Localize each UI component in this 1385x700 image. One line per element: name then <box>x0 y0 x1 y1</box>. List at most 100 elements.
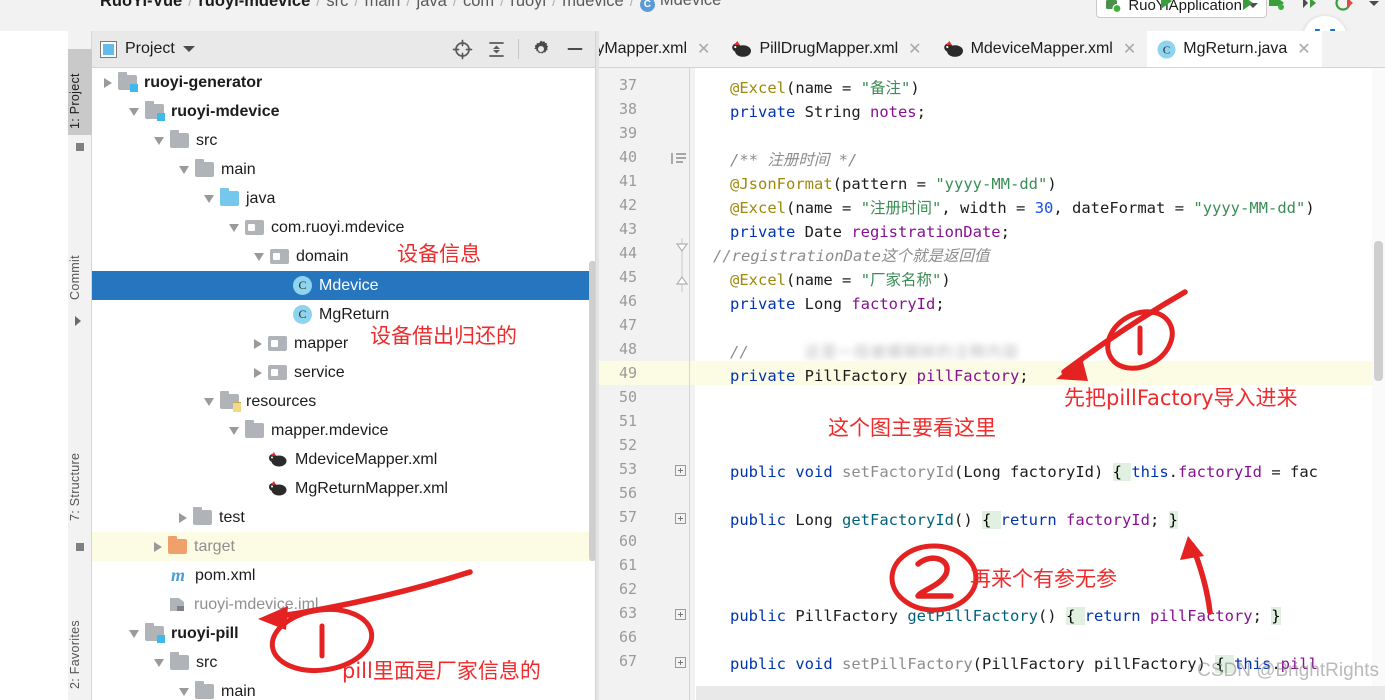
editor-tab-pilldrugmapper-xml[interactable]: PillDrugMapper.xml ✕ <box>721 31 932 67</box>
chevron-down-icon[interactable] <box>182 46 195 52</box>
tree-node-src[interactable]: src <box>92 648 596 677</box>
code-token: Long <box>963 463 1010 481</box>
tree-node-resources[interactable]: resources <box>92 387 596 416</box>
tree-node-main[interactable]: main <box>92 677 596 700</box>
breadcrumb-separator: / <box>452 0 457 10</box>
chevron-right-icon[interactable] <box>179 512 187 523</box>
code-line[interactable]: private Date registrationDate; <box>696 220 1010 244</box>
close-icon[interactable]: ✕ <box>908 39 921 59</box>
code-line[interactable]: @Excel(name = "注册时间", width = 30, dateFo… <box>696 196 1315 220</box>
chevron-down-icon-overflow[interactable] <box>1369 0 1379 6</box>
tree-node-mdevicemapper-xml[interactable]: MdeviceMapper.xml <box>92 445 596 474</box>
breadcrumb-item-java[interactable]: java <box>413 0 451 11</box>
tree-node-ruoyi-mdevice[interactable]: ruoyi-mdevice <box>92 97 596 126</box>
editor-tab-rymapper-xml[interactable]: ryMapper.xml ✕ <box>599 31 721 67</box>
tree-node-label: main <box>221 161 256 178</box>
tree-node-ruoyi-pill[interactable]: ruoyi-pill <box>92 619 596 648</box>
fold-expand-icon[interactable] <box>675 465 686 476</box>
chevron-down-icon[interactable] <box>129 107 139 116</box>
breadcrumb-item-mdevice[interactable]: C Mdevice <box>636 0 725 12</box>
code-line[interactable]: public Long getFactoryId() { return fact… <box>696 508 1178 532</box>
breadcrumb-item-ruoyi[interactable]: ruoyi <box>506 0 550 11</box>
chevron-down-icon[interactable] <box>204 194 214 203</box>
breadcrumb-item-com[interactable]: com <box>459 0 498 11</box>
close-icon[interactable]: ✕ <box>697 39 710 59</box>
chevron-right-icon[interactable] <box>104 77 112 88</box>
breadcrumb-item-mdevice[interactable]: mdevice <box>558 0 627 11</box>
breadcrumb-item-ruoyi-vue[interactable]: RuoYi-Vue <box>96 0 186 11</box>
fold-region-marker[interactable] <box>675 238 689 292</box>
breadcrumb-item-ruoyi-mdevice[interactable]: ruoyi-mdevice <box>194 0 314 11</box>
collapse-all-icon[interactable] <box>479 34 513 64</box>
chevron-down-icon[interactable] <box>179 165 189 174</box>
chevron-down-icon[interactable] <box>179 687 189 696</box>
run-icon-left[interactable] <box>1161 0 1172 9</box>
stop-icon[interactable] <box>1335 0 1355 12</box>
run-configuration-selector[interactable]: RuoYiApplication <box>1096 0 1267 18</box>
fold-expand-icon[interactable] <box>675 513 686 524</box>
code-line[interactable]: @Excel(name = "厂家名称") <box>696 268 951 292</box>
chevron-down-icon[interactable] <box>254 252 264 261</box>
tree-node-mgreturnmapper-xml[interactable]: MgReturnMapper.xml <box>92 474 596 503</box>
chevron-down-icon[interactable] <box>129 629 139 638</box>
project-tree[interactable]: ruoyi-generator ruoyi-mdevice src main java c… <box>92 68 596 700</box>
breadcrumb-item-main[interactable]: main <box>361 0 405 11</box>
editor-scrollbar[interactable] <box>1374 241 1383 381</box>
tree-node-mapper-mdevice[interactable]: mapper.mdevice <box>92 416 596 445</box>
chevron-right-icon[interactable] <box>254 338 262 349</box>
select-opened-file-icon[interactable] <box>445 34 479 64</box>
chevron-right-icon[interactable] <box>154 541 162 552</box>
debug-icon[interactable] <box>1267 0 1287 12</box>
close-icon[interactable]: ✕ <box>1123 39 1136 59</box>
chevron-down-icon[interactable] <box>204 397 214 406</box>
tree-node-test[interactable]: test <box>92 503 596 532</box>
code-token: { <box>1065 607 1085 625</box>
settings-gear-icon[interactable] <box>524 34 558 64</box>
editor-tab-mgreturn-java[interactable]: C MgReturn.java ✕ <box>1147 31 1322 67</box>
code-line[interactable]: public PillFactory getPillFactory() { re… <box>696 604 1281 628</box>
tree-node-service[interactable]: service <box>92 358 596 387</box>
chevron-right-icon[interactable] <box>254 367 262 378</box>
code-content[interactable]: @Excel(name = "备注") private String notes;… <box>696 68 1372 700</box>
tree-node-src[interactable]: src <box>92 126 596 155</box>
tool-window-button-1-project[interactable]: 1: Project <box>68 49 92 135</box>
chevron-down-icon[interactable] <box>154 658 164 667</box>
code-line[interactable]: @JsonFormat(pattern = "yyyy-MM-dd") <box>696 172 1057 196</box>
breadcrumb-item-src[interactable]: src <box>322 0 352 11</box>
tree-node-ruoyi-mdevice-iml[interactable]: ruoyi-mdevice.iml <box>92 590 596 619</box>
close-icon[interactable]: ✕ <box>1297 39 1310 59</box>
tree-node-pom-xml[interactable]: m pom.xml <box>92 561 596 590</box>
tree-node-mapper[interactable]: mapper <box>92 329 596 358</box>
tool-window-button-7-structure[interactable]: 7: Structure <box>68 423 92 527</box>
editor-gutter[interactable]: 37 38 39 40 41 42 43 44 45 46 47 48 49 50 51 52 53 56 57 60… <box>599 68 695 700</box>
run-icon[interactable] <box>1243 0 1253 10</box>
code-line[interactable]: private PillFactory pillFactory; <box>696 364 1029 388</box>
hide-panel-icon[interactable] <box>558 34 592 64</box>
tree-node-com-ruoyi-mdevice[interactable]: com.ruoyi.mdevice <box>92 213 596 242</box>
tree-node-main[interactable]: main <box>92 155 596 184</box>
tree-node-target[interactable]: target <box>92 532 596 561</box>
chevron-down-icon[interactable] <box>154 136 164 145</box>
fold-expand-icon[interactable] <box>675 657 686 668</box>
tree-node-domain[interactable]: domain <box>92 242 596 271</box>
javadoc-icon[interactable] <box>671 152 687 165</box>
chevron-down-icon[interactable] <box>229 223 239 232</box>
code-line[interactable]: @Excel(name = "备注") <box>696 76 920 100</box>
tool-window-button-2-favorites[interactable]: 2: Favorites <box>68 591 92 695</box>
code-line[interactable]: public void setFactoryId(Long factoryId)… <box>696 460 1318 484</box>
tree-node-mdevice[interactable]: C Mdevice <box>92 271 596 300</box>
run-with-coverage-icon[interactable] <box>1301 0 1321 12</box>
tree-node-mgreturn[interactable]: C MgReturn <box>92 300 596 329</box>
fold-expand-icon[interactable] <box>675 609 686 620</box>
code-line[interactable]: /** 注册时间 */ <box>696 148 857 172</box>
code-line[interactable]: private String notes; <box>696 100 926 124</box>
screenshot-tool-badge[interactable] <box>1303 16 1347 31</box>
editor-tab-mdevicemapper-xml[interactable]: MdeviceMapper.xml ✕ <box>933 31 1148 67</box>
tree-node-ruoyi-generator[interactable]: ruoyi-generator <box>92 68 596 97</box>
code-line[interactable]: private Long factoryId; <box>696 292 945 316</box>
chevron-down-icon[interactable] <box>229 426 239 435</box>
line-number: 46 <box>618 292 637 310</box>
tool-window-button-commit[interactable]: Commit <box>68 226 92 306</box>
tree-node-java[interactable]: java <box>92 184 596 213</box>
code-line[interactable]: //registrationDate这个就是返回值 <box>696 244 989 268</box>
